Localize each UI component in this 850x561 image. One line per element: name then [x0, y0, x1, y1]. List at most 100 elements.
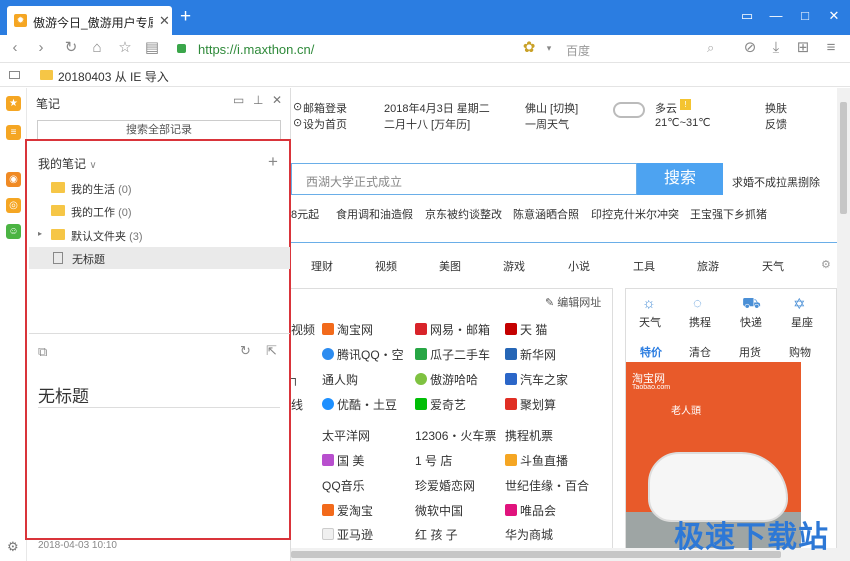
- snapshot-icon[interactable]: ⊘: [741, 40, 759, 56]
- hot-news-link[interactable]: 印控克什米尔冲突: [591, 206, 679, 222]
- open-external-icon[interactable]: ⇱: [266, 343, 277, 359]
- site-link[interactable]: 网易・邮箱: [415, 321, 490, 338]
- tool-link[interactable]: 快递: [740, 314, 762, 330]
- search-all-notes-button[interactable]: 搜索全部记录: [37, 120, 281, 140]
- gear-icon[interactable]: ⚙: [821, 258, 831, 271]
- settings-gear-icon[interactable]: ⚙: [7, 539, 19, 555]
- site-link[interactable]: 12306・火车票: [415, 427, 496, 444]
- site-link[interactable]: 视频: [291, 321, 315, 338]
- category-tab[interactable]: 天气: [762, 258, 784, 274]
- category-tab[interactable]: 游戏: [503, 258, 525, 274]
- week-weather-link[interactable]: 一周天气: [525, 116, 569, 132]
- note-title[interactable]: 无标题: [38, 382, 89, 407]
- homepage-search-input[interactable]: 西湖大学正式成立: [291, 163, 637, 195]
- folder-item[interactable]: ▸ 默认文件夹 (3): [38, 224, 288, 246]
- home-icon[interactable]: ⌂: [88, 40, 106, 56]
- tab-shopping[interactable]: 购物: [789, 344, 811, 360]
- site-link[interactable]: 天 猫: [505, 321, 547, 338]
- hot-news-link[interactable]: 京东被约谈整改: [425, 206, 502, 222]
- site-link[interactable]: 新华网: [505, 346, 556, 363]
- sync-icon[interactable]: ↻: [240, 343, 251, 359]
- hot-news-link[interactable]: 陈意涵晒合照: [513, 206, 579, 222]
- site-link[interactable]: 汽车之家: [505, 371, 568, 388]
- homepage-search-button[interactable]: 搜索: [637, 163, 723, 195]
- address-field[interactable]: https://i.maxthon.cn/: [170, 38, 510, 60]
- popout-icon[interactable]: ▭: [233, 93, 244, 107]
- close-icon[interactable]: ✕: [272, 93, 282, 107]
- bookmark-folder[interactable]: 20180403 从 IE 导入: [58, 68, 169, 85]
- site-link[interactable]: 爱奇艺: [415, 396, 466, 413]
- site-link[interactable]: 1 号 店: [415, 452, 452, 469]
- truck-icon[interactable]: ⛟: [742, 295, 761, 314]
- my-notes-dropdown[interactable]: 我的笔记 ∨: [38, 155, 97, 172]
- back-icon[interactable]: ‹: [6, 40, 24, 56]
- category-tab[interactable]: 视频: [375, 258, 397, 274]
- hot-news-link[interactable]: 食用调和油造假: [336, 206, 413, 222]
- maximize-button[interactable]: □: [797, 9, 813, 23]
- tab-deals[interactable]: 特价: [640, 344, 662, 360]
- site-link[interactable]: 红 孩 子: [415, 526, 458, 543]
- search-engine-field[interactable]: 百度 ⌕: [560, 38, 730, 60]
- new-tab-button[interactable]: +: [180, 7, 191, 26]
- tab-clearance[interactable]: 清仓: [689, 344, 711, 360]
- lunar-calendar-link[interactable]: 二月十八 [万年历]: [384, 116, 470, 132]
- ctrip-icon[interactable]: ◌: [693, 295, 702, 312]
- tool-link[interactable]: 星座: [791, 314, 813, 330]
- app-icon[interactable]: ☺: [6, 224, 21, 239]
- site-link[interactable]: ┐: [291, 371, 300, 385]
- tab-goods[interactable]: 用货: [739, 344, 761, 360]
- close-tab-icon[interactable]: ✕: [159, 13, 170, 29]
- sidebar-toggle-icon[interactable]: [9, 71, 20, 79]
- scrollbar-thumb[interactable]: [840, 102, 847, 214]
- site-link[interactable]: 华为商城: [505, 526, 553, 543]
- menu-icon[interactable]: ≡: [822, 40, 840, 56]
- note-item-selected[interactable]: 无标题: [29, 247, 290, 269]
- site-link[interactable]: 亚马逊: [322, 526, 373, 543]
- site-link[interactable]: 瓜子二手车: [415, 346, 490, 363]
- site-link[interactable]: 聚划算: [505, 396, 556, 413]
- category-tab[interactable]: 工具: [633, 258, 655, 274]
- tool-link[interactable]: 天气: [639, 314, 661, 330]
- extension-icon[interactable]: ✿: [520, 40, 538, 56]
- site-link[interactable]: 携程机票: [505, 427, 553, 444]
- site-link[interactable]: 爱淘宝: [322, 502, 373, 519]
- download-icon[interactable]: ⤓: [767, 40, 785, 56]
- hot-news-link[interactable]: 王宝强下乡抓猪: [690, 206, 767, 222]
- search-side-link[interactable]: 求婚不成拉黑捌除: [732, 174, 820, 190]
- category-tab[interactable]: 旅游: [697, 258, 719, 274]
- site-link[interactable]: 太平洋网: [322, 427, 370, 444]
- reload-icon[interactable]: ↻: [62, 40, 80, 56]
- chevron-down-icon[interactable]: ▾: [540, 40, 558, 56]
- add-note-icon[interactable]: +: [268, 152, 278, 172]
- resource-sniffer-icon[interactable]: ⊞: [794, 40, 812, 56]
- site-link[interactable]: 微软中国: [415, 502, 463, 519]
- search-icon[interactable]: ⌕: [707, 40, 714, 56]
- pin-icon[interactable]: ⊥: [253, 93, 263, 107]
- reading-mode-icon[interactable]: ▤: [143, 40, 161, 56]
- tool-link[interactable]: 携程: [689, 314, 711, 330]
- site-link[interactable]: QQ音乐: [322, 477, 365, 494]
- site-link[interactable]: 优酷・土豆: [322, 396, 397, 413]
- pane-splitter[interactable]: [29, 333, 290, 334]
- close-window-button[interactable]: ✕: [826, 9, 842, 23]
- star-sign-icon[interactable]: ✡: [793, 295, 806, 313]
- set-homepage-link[interactable]: 设为首页: [303, 116, 347, 132]
- favorites-icon[interactable]: ★: [6, 96, 21, 111]
- site-link[interactable]: 斗鱼直播: [505, 452, 568, 469]
- browser-tab[interactable]: ✹ 傲游今日_傲游用户专属… ✕: [7, 6, 172, 35]
- mail-login-link[interactable]: 邮箱登录: [303, 100, 347, 116]
- site-link[interactable]: 通人购: [322, 371, 358, 388]
- edit-sites-link[interactable]: ✎ 编辑网址: [545, 294, 601, 310]
- feedback-link[interactable]: 反馈: [765, 116, 787, 132]
- site-link[interactable]: 腾讯QQ・空: [322, 346, 404, 363]
- skin-link[interactable]: 换肤: [765, 100, 787, 116]
- site-link[interactable]: 淘宝网: [322, 321, 373, 338]
- folder-item[interactable]: 我的工作 (0): [38, 200, 288, 222]
- site-link[interactable]: 国 美: [322, 452, 364, 469]
- category-tab[interactable]: 理财: [311, 258, 333, 274]
- weibo-icon[interactable]: ◎: [6, 198, 21, 213]
- site-link[interactable]: 傲游哈哈: [415, 371, 478, 388]
- category-tab[interactable]: 美图: [439, 258, 461, 274]
- minimize-button[interactable]: —: [768, 9, 784, 23]
- weather-sun-icon[interactable]: ☼: [642, 295, 656, 312]
